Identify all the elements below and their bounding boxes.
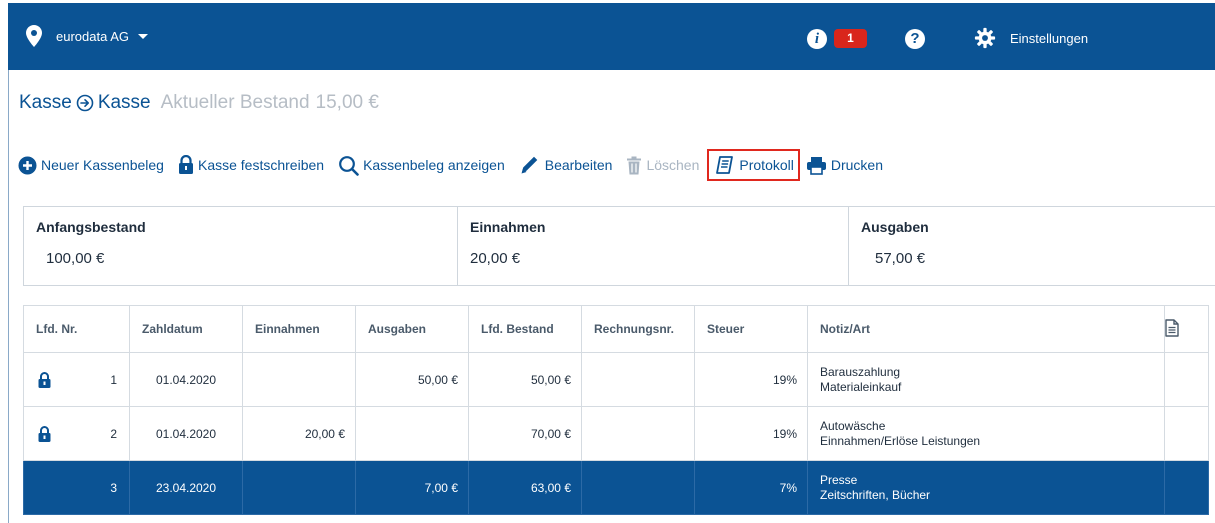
income-amount: 20,00 € [242,406,356,461]
current-balance-label: Aktueller Bestand [160,92,310,113]
row-number: 2 [110,426,117,441]
show-receipt-button[interactable]: Kassenbeleg anzeigen [338,155,505,176]
document-cell[interactable] [1164,406,1209,461]
company-selector[interactable]: eurodata AG [26,25,148,47]
lock-cash-label: Kasse festschreiben [197,157,325,173]
lock-icon [38,371,51,388]
running-balance: 70,00 € [468,406,582,461]
row-number: 1 [110,372,117,387]
settings-link[interactable]: Einstellungen [1010,31,1088,46]
table-row-selected[interactable]: 3 23.04.2020 7,00 € 63,00 € 7% Presse Ze… [23,460,1209,515]
new-receipt-button[interactable]: Neuer Kassenbeleg [18,156,164,175]
income-amount [242,460,356,515]
income-amount [242,352,356,407]
printer-icon [806,156,826,175]
breadcrumb-current: Kasse [97,92,151,113]
note-category: Materialeinkauf [820,379,902,394]
expense-amount: 50,00 € [355,352,469,407]
payment-date: 01.04.2020 [129,406,243,461]
invoice-number [581,352,695,407]
cash-entries-table: Lfd. Nr. Zahldatum Einnahmen Ausgaben Lf… [23,305,1209,515]
payment-date: 23.04.2020 [129,460,243,515]
delete-label: Löschen [646,157,700,173]
edit-label: Bearbeiten [544,157,613,173]
print-button[interactable]: Drucken [806,156,883,175]
running-balance: 63,00 € [468,460,582,515]
invoice-number [581,406,695,461]
table-header-row: Lfd. Nr. Zahldatum Einnahmen Ausgaben Lf… [23,305,1209,353]
breadcrumb: Kasse Kasse Aktueller Bestand 15,00 € [19,92,379,114]
document-scroll-icon [716,156,734,174]
left-border [8,70,9,523]
pencil-icon [521,156,538,174]
summary-panel: Anfangsbestand 100,00 € Einnahmen 20,00 … [23,206,1215,286]
note-category: Einnahmen/Erlöse Leistungen [820,433,981,448]
header-rechnungsnr[interactable]: Rechnungsnr. [581,305,695,353]
gear-icon[interactable] [974,27,996,49]
show-receipt-label: Kassenbeleg anzeigen [363,157,505,173]
lock-cash-button[interactable]: Kasse festschreiben [178,155,324,175]
breadcrumb-cash-register[interactable]: Kasse [19,92,72,114]
header-document-column[interactable] [1164,305,1209,353]
header-lfd-nr[interactable]: Lfd. Nr. [23,305,130,353]
protocol-label: Protokoll [739,157,794,173]
note-title: Presse [820,472,858,487]
action-toolbar: Neuer Kassenbeleg Kasse festschreiben Ka… [18,149,897,181]
income-value: 20,00 € [470,250,521,267]
notification-badge[interactable]: 1 [834,29,867,48]
row-number: 3 [110,480,117,495]
income-label: Einnahmen [470,219,546,235]
document-cell[interactable] [1164,352,1209,407]
document-icon [1165,318,1179,337]
table-row[interactable]: 1 01.04.2020 50,00 € 50,00 € 19% Barausz… [23,352,1209,407]
lock-icon [178,155,193,174]
protocol-button[interactable]: Protokoll [707,149,800,181]
plus-circle-icon [18,156,37,174]
current-balance-value: 15,00 € [315,92,379,113]
company-name: eurodata AG [56,28,129,44]
note-category: Zeitschriften, Bücher [820,487,931,502]
income-cell: Einnahmen 20,00 € [458,207,849,285]
location-pin-icon [26,25,42,47]
opening-balance-cell: Anfangsbestand 100,00 € [24,207,458,285]
opening-balance-value: 100,00 € [46,250,105,267]
note-title: Barauszahlung [820,364,901,379]
document-cell[interactable] [1164,460,1209,515]
help-icon[interactable]: ? [905,29,925,49]
invoice-number [581,460,695,515]
expenses-label: Ausgaben [861,219,929,235]
expense-amount [355,406,469,461]
note-title: Autowäsche [820,418,886,433]
header-lfd-bestand[interactable]: Lfd. Bestand [468,305,582,353]
running-balance: 50,00 € [468,352,582,407]
tax-rate: 7% [694,460,808,515]
info-icon[interactable]: i [807,29,827,49]
edit-button[interactable]: Bearbeiten [519,155,613,175]
header-notiz-art[interactable]: Notiz/Art [807,305,1165,353]
table-row[interactable]: 2 01.04.2020 20,00 € 70,00 € 19% Autowäs… [23,406,1209,461]
trash-icon [627,156,642,174]
tax-rate: 19% [694,352,808,407]
new-receipt-label: Neuer Kassenbeleg [41,157,164,173]
arrow-right-circle-icon [76,94,94,112]
header-ausgaben[interactable]: Ausgaben [355,305,469,353]
expense-amount: 7,00 € [355,460,469,515]
delete-button[interactable]: Löschen [626,156,699,175]
header-steuer[interactable]: Steuer [694,305,808,353]
expenses-cell: Ausgaben 57,00 € [849,207,1215,285]
print-label: Drucken [830,157,883,173]
top-navigation-bar: eurodata AG i 1 ? Einstellungen [8,3,1215,70]
header-einnahmen[interactable]: Einnahmen [242,305,356,353]
expenses-value: 57,00 € [875,250,926,267]
opening-balance-label: Anfangsbestand [36,219,146,235]
tax-rate: 19% [694,406,808,461]
chevron-down-icon [138,33,148,39]
search-icon [339,155,359,176]
lock-icon [38,425,51,442]
payment-date: 01.04.2020 [129,352,243,407]
header-zahldatum[interactable]: Zahldatum [129,305,243,353]
